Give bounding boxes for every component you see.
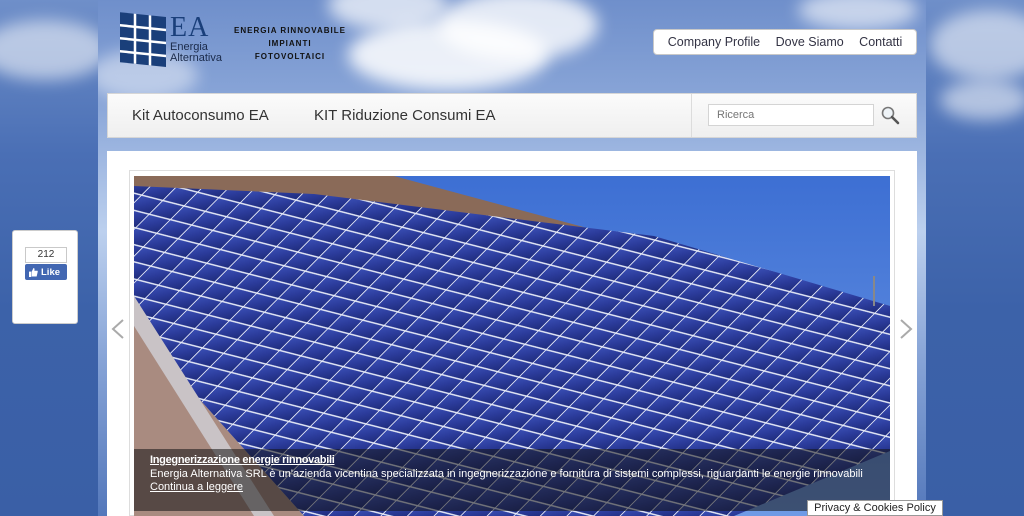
- thumbs-up-icon: [29, 267, 38, 277]
- search-area: [691, 94, 918, 137]
- chevron-left-icon[interactable]: [110, 318, 126, 340]
- header-cloud: [798, 0, 918, 30]
- background-cloud: [940, 80, 1024, 120]
- caption-title[interactable]: Ingegnerizzazione energie rinnovabili: [150, 454, 874, 466]
- background-cloud: [0, 20, 110, 80]
- tagline-line: FOTOVOLTAICI: [254, 52, 326, 61]
- solar-grid-logo-icon: [120, 12, 166, 68]
- like-count: 212: [25, 247, 67, 263]
- like-label: Like: [41, 266, 61, 278]
- nav-contatti[interactable]: Contatti: [859, 35, 902, 49]
- caption-text: Energia Alternativa SRL è un'azienda vic…: [150, 468, 863, 480]
- tagline-line: IMPIANTI: [268, 39, 312, 48]
- tagline: ENERGIA RINNOVABILE IMPIANTI FOTOVOLTAIC…: [225, 24, 355, 63]
- menu-item-kit-autoconsumo[interactable]: Kit Autoconsumo EA: [132, 107, 269, 124]
- top-nav: Company Profile Dove Siamo Contatti: [653, 29, 917, 55]
- main-menu: Kit Autoconsumo EA KIT Riduzione Consumi…: [107, 93, 917, 138]
- logo-mark: EA: [170, 12, 210, 43]
- search-input[interactable]: [708, 104, 874, 126]
- slide-caption: Ingegnerizzazione energie rinnovabili En…: [134, 449, 890, 511]
- background-cloud: [930, 10, 1024, 80]
- chevron-right-icon[interactable]: [898, 318, 914, 340]
- read-more-link[interactable]: Continua a leggere: [150, 481, 874, 493]
- facebook-like-box: 212 Like: [12, 230, 78, 324]
- tagline-line: ENERGIA RINNOVABILE: [234, 26, 346, 35]
- nav-company-profile[interactable]: Company Profile: [668, 35, 760, 49]
- magnifier-icon[interactable]: [880, 105, 900, 125]
- menu-item-kit-riduzione[interactable]: KIT Riduzione Consumi EA: [314, 107, 495, 124]
- like-button[interactable]: Like: [25, 264, 67, 280]
- privacy-cookies-button[interactable]: Privacy & Cookies Policy: [807, 500, 943, 516]
- nav-dove-siamo[interactable]: Dove Siamo: [776, 35, 844, 49]
- logo-line2: Alternativa: [170, 52, 222, 64]
